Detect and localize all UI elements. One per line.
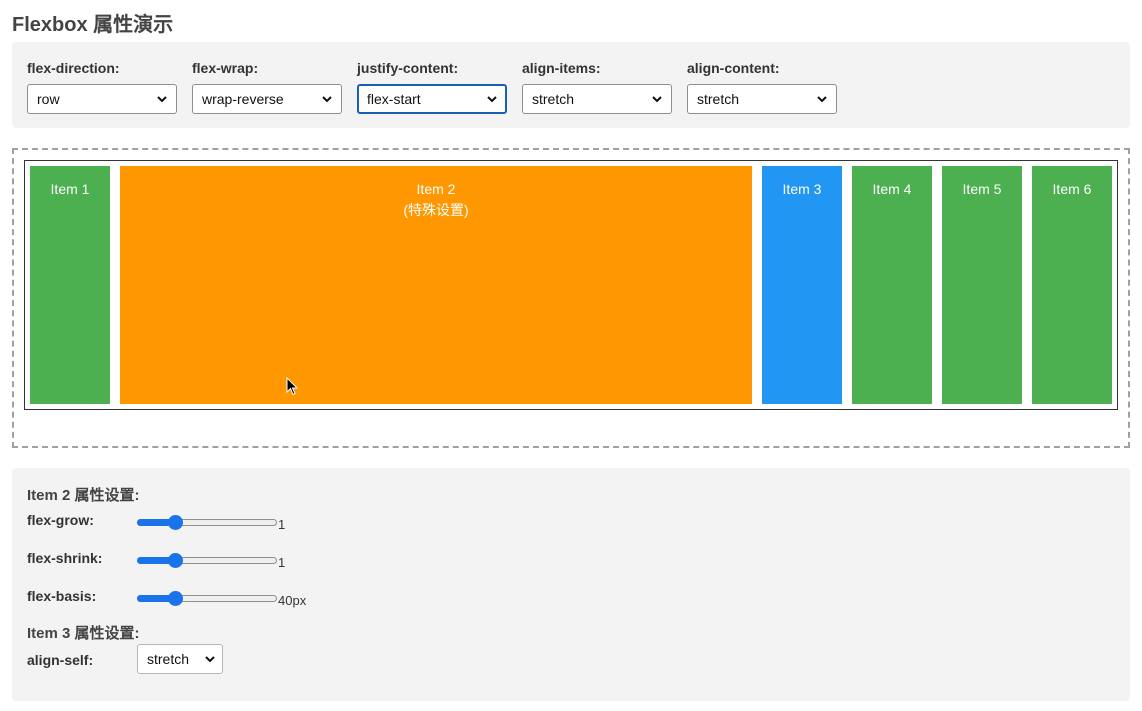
slider-thumb[interactable] (168, 515, 183, 530)
item-2-label: Item 2 (416, 181, 456, 197)
flex-grow-label: flex-grow: (27, 512, 94, 528)
flex-direction-value: row (37, 91, 60, 107)
flex-basis-slider[interactable] (137, 591, 277, 606)
mouse-cursor-icon (286, 377, 298, 396)
align-items-select[interactable]: stretch (522, 84, 672, 114)
item-4-label: Item 4 (872, 181, 912, 197)
properties-panel: Item 2 属性设置: flex-grow: 1 flex-shrink: 1… (12, 468, 1130, 701)
flex-basis-value: 40px (278, 593, 307, 608)
item-3-settings-heading: Item 3 属性设置: (27, 625, 140, 642)
flex-wrap-select[interactable]: wrap-reverse (192, 84, 342, 114)
flex-item-2[interactable]: Item 2 (特殊设置) (120, 166, 752, 404)
flex-item-6[interactable]: Item 6 (1032, 166, 1112, 404)
page-title: Flexbox 属性演示 (12, 14, 174, 36)
chevron-down-icon (157, 96, 167, 103)
justify-content-control: justify-content: flex-start (357, 60, 507, 114)
item-2-note: (特殊设置) (403, 202, 469, 218)
flex-item-1[interactable]: Item 1 (30, 166, 110, 404)
flex-item-3[interactable]: Item 3 (762, 166, 842, 404)
controls-panel: flex-direction: row flex-wrap: wrap-reve… (12, 42, 1130, 128)
flex-item-4[interactable]: Item 4 (852, 166, 932, 404)
flex-item-5[interactable]: Item 5 (942, 166, 1022, 404)
align-self-row: align-self: stretch (27, 644, 427, 676)
align-content-select[interactable]: stretch (687, 84, 837, 114)
item-1-label: Item 1 (50, 181, 90, 197)
item-5-label: Item 5 (962, 181, 1002, 197)
flex-grow-slider[interactable] (137, 515, 277, 530)
align-self-select[interactable]: stretch (137, 644, 223, 674)
align-self-label: align-self: (27, 652, 94, 668)
flex-basis-row: flex-basis: 40px (27, 588, 427, 612)
flex-wrap-value: wrap-reverse (202, 91, 284, 107)
align-self-value: stretch (147, 651, 190, 667)
flex-container: Item 1 Item 2 (特殊设置) Item 3 Item 4 Item … (24, 160, 1118, 410)
flex-shrink-slider[interactable] (137, 553, 277, 568)
chevron-down-icon (205, 656, 215, 663)
chevron-down-icon (817, 96, 827, 103)
flex-grow-row: flex-grow: 1 (27, 512, 427, 536)
item-6-label: Item 6 (1052, 181, 1092, 197)
align-content-value: stretch (697, 91, 740, 107)
chevron-down-icon (487, 96, 497, 103)
align-content-label: align-content: (687, 60, 780, 76)
flex-direction-control: flex-direction: row (27, 60, 177, 114)
align-items-label: align-items: (522, 60, 601, 76)
chevron-down-icon (322, 96, 332, 103)
justify-content-select[interactable]: flex-start (357, 84, 507, 114)
align-content-control: align-content: stretch (687, 60, 837, 114)
item-2-settings-heading: Item 2 属性设置: (27, 487, 140, 504)
flex-wrap-label: flex-wrap: (192, 60, 259, 76)
justify-content-label: justify-content: (357, 60, 459, 76)
flex-direction-select[interactable]: row (27, 84, 177, 114)
align-items-control: align-items: stretch (522, 60, 672, 114)
flex-shrink-value: 1 (278, 555, 286, 570)
flex-shrink-row: flex-shrink: 1 (27, 550, 427, 574)
slider-thumb[interactable] (168, 553, 183, 568)
flex-grow-value: 1 (278, 517, 286, 532)
slider-thumb[interactable] (168, 591, 183, 606)
item-3-label: Item 3 (782, 181, 822, 197)
flex-basis-label: flex-basis: (27, 588, 97, 604)
flex-shrink-label: flex-shrink: (27, 550, 103, 566)
align-items-value: stretch (532, 91, 575, 107)
justify-content-value: flex-start (367, 91, 421, 107)
flex-direction-label: flex-direction: (27, 60, 120, 76)
chevron-down-icon (652, 96, 662, 103)
flex-wrap-control: flex-wrap: wrap-reverse (192, 60, 342, 114)
